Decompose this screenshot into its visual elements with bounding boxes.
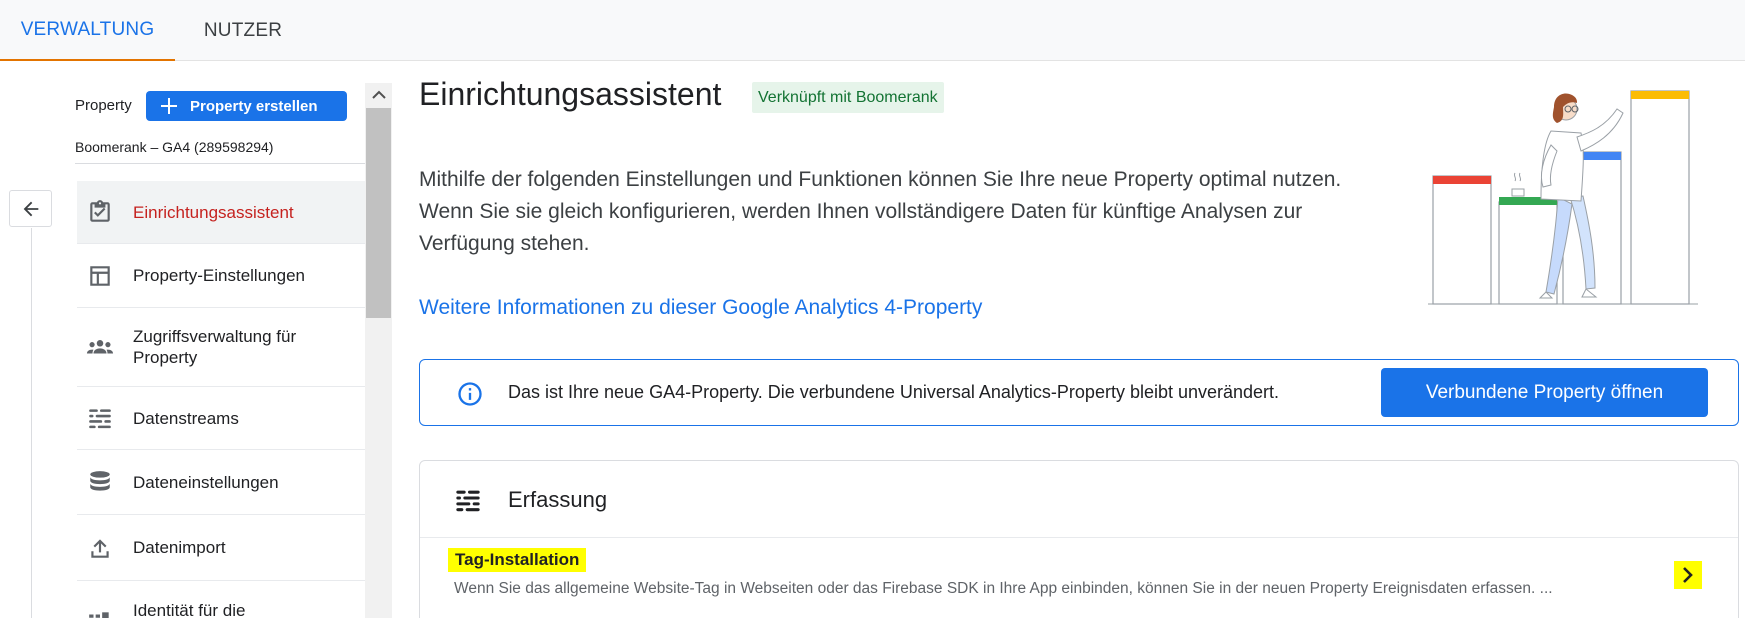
sidebar-item-label: Datenimport: [133, 538, 226, 557]
info-banner: Das ist Ihre neue GA4-Property. Die verb…: [419, 359, 1739, 426]
chevron-right-icon: [1683, 567, 1693, 583]
arrow-left-icon: [23, 201, 38, 216]
sidebar-item-zugriffsverwaltung[interactable]: Zugriffsverwaltung für Property: [77, 308, 365, 387]
sidebar-item-label: Property-Einstellungen: [133, 266, 305, 285]
sidebar-item-datenimport[interactable]: Datenimport: [77, 515, 365, 581]
page-title: Einrichtungsassistent: [419, 76, 722, 112]
property-divider: [75, 163, 365, 164]
tag-installation-arrow[interactable]: [1674, 561, 1702, 589]
linked-badge: Verknüpft mit Boomerank: [752, 82, 944, 113]
page-description: Mithilfe der folgenden Einstellungen und…: [419, 168, 1342, 255]
tab-nutzer[interactable]: NUTZER: [188, 0, 298, 61]
property-label: Property: [75, 97, 132, 114]
open-linked-property-button[interactable]: Verbundene Property öffnen: [1381, 368, 1708, 417]
plus-icon: [161, 98, 177, 114]
more-info-link[interactable]: Weitere Informationen zu dieser Google A…: [419, 296, 982, 320]
tag-installation-title[interactable]: Tag-Installation: [448, 548, 587, 572]
clipboard-check-icon: [86, 198, 114, 226]
database-icon: [86, 468, 114, 496]
identity-icon: [86, 607, 114, 618]
data-streams-icon: [456, 490, 480, 512]
sidebar-item-dateneinstellungen[interactable]: Dateneinstellungen: [77, 450, 365, 515]
create-property-label: Property erstellen: [190, 97, 318, 115]
sidebar-item-identitaet[interactable]: Identität für die: [77, 581, 365, 618]
chevron-up-icon: [371, 90, 386, 99]
scrollbar-thumb[interactable]: [366, 108, 391, 318]
setup-illustration: [1428, 90, 1698, 305]
top-tab-bar: VERWALTUNG NUTZER: [0, 0, 1745, 61]
sidebar-item-datenstreams[interactable]: Datenstreams: [77, 387, 365, 450]
sidebar-item-einrichtungsassistent[interactable]: Einrichtungsassistent: [77, 181, 365, 244]
scroll-up-button[interactable]: [365, 83, 392, 107]
info-icon: [458, 382, 482, 406]
tag-installation-description: Wenn Sie das allgemeine Website-Tag in W…: [454, 580, 1553, 597]
erfassung-card: Erfassung Tag-Installation Wenn Sie das …: [419, 460, 1739, 618]
sidebar-nav: Einrichtungsassistent Property-Einstellu…: [77, 181, 365, 618]
card-title: Erfassung: [508, 487, 608, 512]
people-group-icon: [86, 333, 114, 361]
info-banner-text: Das ist Ihre neue GA4-Property. Die verb…: [508, 382, 1280, 402]
sidebar-item-label: Zugriffsverwaltung für Property: [133, 327, 297, 367]
sidebar-item-label: Datenstreams: [133, 408, 239, 428]
property-name[interactable]: Boomerank – GA4 (289598294): [75, 139, 273, 155]
data-streams-icon: [86, 404, 114, 432]
sidebar-item-label: Einrichtungsassistent: [133, 202, 294, 222]
upload-icon: [86, 534, 114, 562]
layout-icon: [86, 262, 114, 290]
card-divider: [420, 537, 1738, 538]
rail-divider: [31, 228, 32, 618]
create-property-button[interactable]: Property erstellen: [146, 91, 347, 121]
sidebar-item-label: Dateneinstellungen: [133, 472, 279, 492]
sidebar-item-label: Identität für die: [133, 601, 246, 618]
back-button[interactable]: [9, 190, 52, 227]
sidebar-item-property-einstellungen[interactable]: Property-Einstellungen: [77, 244, 365, 308]
tab-verwaltung[interactable]: VERWALTUNG: [0, 0, 175, 61]
